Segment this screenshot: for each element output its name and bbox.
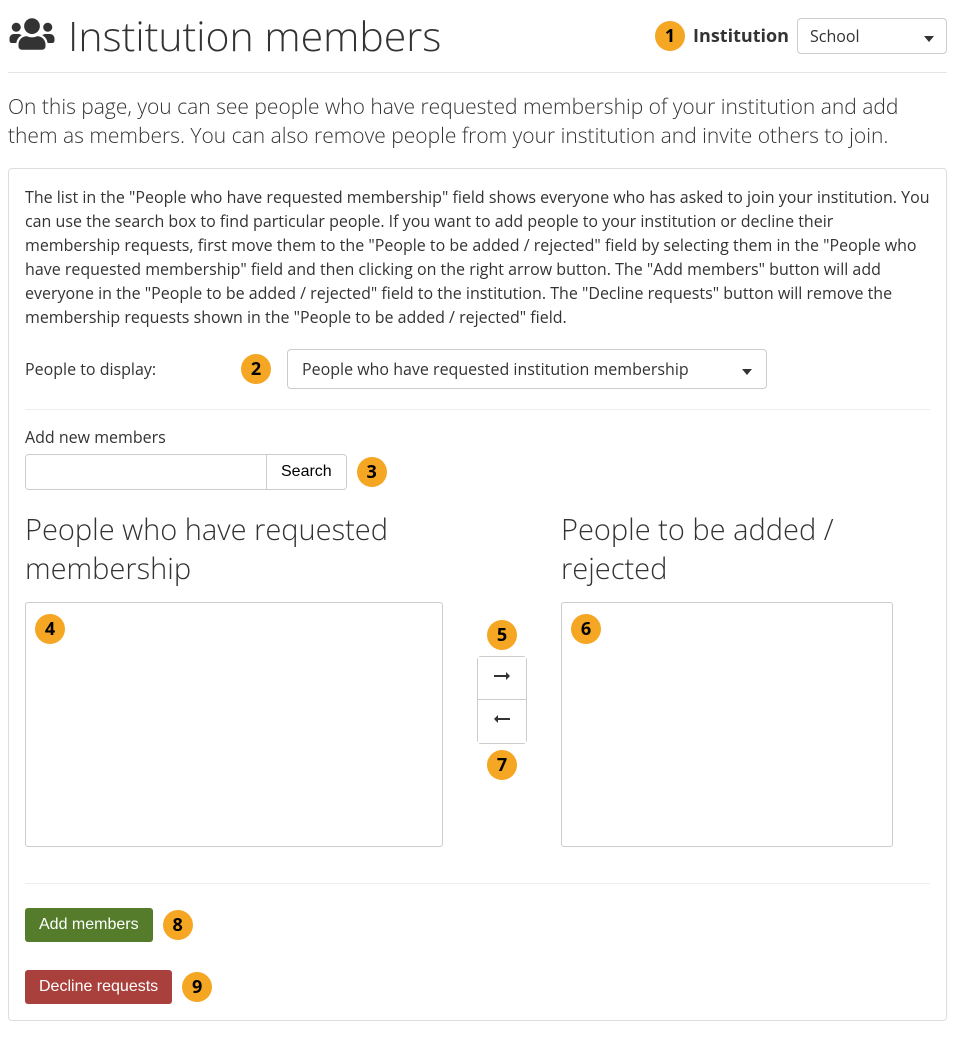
arrow-stack (477, 656, 527, 744)
search-input[interactable] (26, 455, 266, 489)
search-row: Search 3 (25, 454, 930, 490)
callout-badge-2: 2 (241, 354, 271, 384)
panel: The list in the "People who have request… (8, 168, 947, 1021)
callout-badge-9: 9 (182, 972, 212, 1002)
action-buttons: Add members 8 Decline requests 9 (25, 908, 930, 1004)
separator (25, 883, 930, 884)
left-listbox[interactable] (25, 602, 443, 847)
people-display-row: People to display: 2 People who have req… (25, 349, 930, 410)
move-right-button[interactable] (477, 656, 527, 700)
right-column: People to be added / rejected 6 (561, 500, 930, 847)
callout-badge-7: 7 (487, 750, 517, 780)
instructions-text: The list in the "People who have request… (25, 185, 930, 329)
institution-label: Institution (693, 24, 789, 48)
chevron-down-icon (742, 358, 752, 380)
institution-selected-value: School (810, 25, 860, 47)
lists-row: People who have requested membership 4 5 (25, 500, 930, 847)
left-list-title: People who have requested membership (25, 510, 443, 588)
page-title: Institution members (68, 8, 441, 64)
callout-badge-1: 1 (655, 21, 685, 51)
right-listbox[interactable] (561, 602, 893, 847)
add-members-button[interactable]: Add members (25, 908, 153, 942)
people-icon (8, 16, 56, 57)
arrow-right-icon (494, 669, 510, 687)
institution-select[interactable]: School (797, 18, 947, 54)
left-column: People who have requested membership 4 (25, 500, 443, 847)
people-display-label: People to display: (25, 358, 225, 380)
callout-badge-4: 4 (35, 614, 65, 644)
chevron-down-icon (924, 25, 934, 47)
title-group: Institution members (8, 8, 441, 64)
people-display-selected-value: People who have requested institution me… (302, 358, 689, 380)
page-header: Institution members 1 Institution School (8, 8, 947, 73)
search-group: Search (25, 454, 347, 490)
callout-badge-6: 6 (571, 614, 601, 644)
callout-badge-8: 8 (163, 910, 193, 940)
callout-badge-5: 5 (487, 620, 517, 650)
people-display-select[interactable]: People who have requested institution me… (287, 349, 767, 389)
arrow-column: 5 7 (477, 620, 527, 780)
callout-badge-3: 3 (357, 457, 387, 487)
intro-text: On this page, you can see people who hav… (8, 93, 947, 152)
right-list-title: People to be added / rejected (561, 510, 930, 588)
move-left-button[interactable] (477, 700, 527, 744)
add-new-members-label: Add new members (25, 426, 930, 448)
institution-picker: 1 Institution School (655, 18, 947, 54)
decline-requests-button[interactable]: Decline requests (25, 970, 172, 1004)
search-button[interactable]: Search (266, 455, 346, 489)
arrow-left-icon (494, 712, 510, 730)
